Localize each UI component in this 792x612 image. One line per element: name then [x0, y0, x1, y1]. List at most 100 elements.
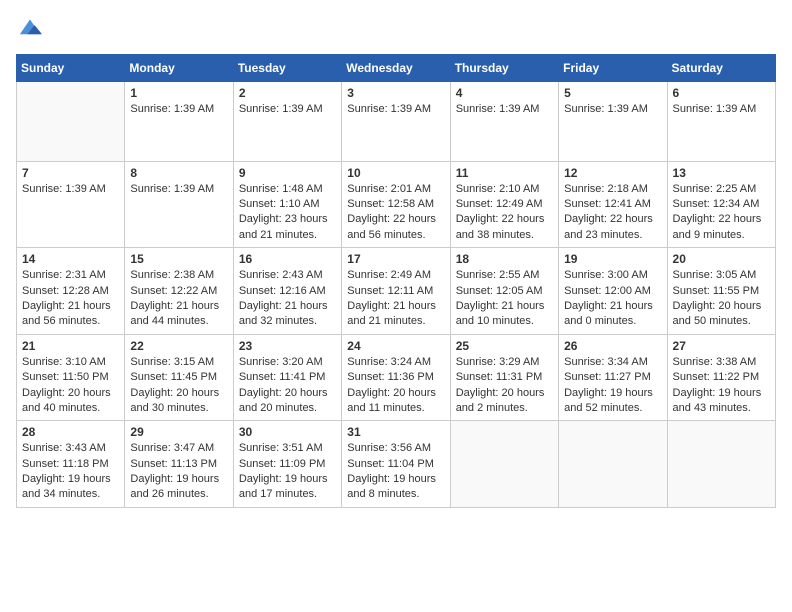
cell-content: Sunrise: 2:10 AM Sunset: 12:49 AM Daylig…	[456, 182, 553, 244]
cell-content: Sunrise: 2:01 AM Sunset: 12:58 AM Daylig…	[347, 182, 444, 244]
weekday-header-sunday: Sunday	[17, 54, 125, 81]
calendar-table: SundayMondayTuesdayWednesdayThursdayFrid…	[16, 54, 776, 508]
day-number: 22	[130, 339, 227, 353]
day-number: 8	[130, 166, 227, 180]
calendar-cell: 13 Sunrise: 2:25 AM Sunset: 12:34 AM Dayl…	[667, 161, 775, 248]
week-row-5: 28Sunrise: 3:43 AM Sunset: 11:18 PM Dayl…	[17, 421, 776, 508]
day-number: 18	[456, 252, 553, 266]
calendar-cell: 23 Sunrise: 3:20 AM Sunset: 11:41 PM Dayl…	[233, 334, 341, 421]
calendar-cell	[17, 81, 125, 161]
cell-content: Sunrise: 3:38 AM Sunset: 11:22 PM Daylig…	[673, 355, 770, 417]
calendar-cell: 4 Sunrise: 1:39 AM	[450, 81, 558, 161]
week-row-3: 14 Sunrise: 2:31 AM Sunset: 12:28 AM Dayl…	[17, 248, 776, 335]
day-number: 21	[22, 339, 119, 353]
cell-content: Sunrise: 3:24 AM Sunset: 11:36 PM Daylig…	[347, 355, 444, 417]
logo-icon	[18, 16, 42, 36]
day-number: 28	[22, 425, 119, 439]
day-number: 27	[673, 339, 770, 353]
cell-content: Sunrise: 3:20 AM Sunset: 11:41 PM Daylig…	[239, 355, 336, 417]
calendar-cell: 26 Sunrise: 3:34 AM Sunset: 11:27 PM Dayl…	[559, 334, 667, 421]
calendar-cell: 21Sunrise: 3:10 AM Sunset: 11:50 PM Dayl…	[17, 334, 125, 421]
day-number: 15	[130, 252, 227, 266]
day-number: 25	[456, 339, 553, 353]
calendar-cell: 22 Sunrise: 3:15 AM Sunset: 11:45 PM Dayl…	[125, 334, 233, 421]
logo-text	[16, 16, 42, 40]
weekday-header-tuesday: Tuesday	[233, 54, 341, 81]
day-number: 4	[456, 86, 553, 100]
day-number: 2	[239, 86, 336, 100]
calendar-cell: 20Sunrise: 3:05 AM Sunset: 11:55 PM Dayl…	[667, 248, 775, 335]
cell-content: Sunrise: 2:31 AM Sunset: 12:28 AM Daylig…	[22, 268, 119, 330]
cell-content: Sunrise: 1:39 AM	[130, 182, 227, 197]
day-number: 30	[239, 425, 336, 439]
calendar-cell: 2 Sunrise: 1:39 AM	[233, 81, 341, 161]
calendar-cell: 10 Sunrise: 2:01 AM Sunset: 12:58 AM Dayl…	[342, 161, 450, 248]
calendar-cell: 28Sunrise: 3:43 AM Sunset: 11:18 PM Dayl…	[17, 421, 125, 508]
day-number: 26	[564, 339, 661, 353]
cell-content: Sunrise: 1:39 AM	[347, 102, 444, 117]
cell-content: Sunrise: 1:39 AM	[239, 102, 336, 117]
day-number: 6	[673, 86, 770, 100]
calendar-cell: 19 Sunrise: 3:00 AM Sunset: 12:00 AM Dayl…	[559, 248, 667, 335]
week-row-2: 7 Sunrise: 1:39 AM 8 Sunrise: 1:39 AM 9 Sunri…	[17, 161, 776, 248]
day-number: 23	[239, 339, 336, 353]
calendar-cell: 14 Sunrise: 2:31 AM Sunset: 12:28 AM Dayl…	[17, 248, 125, 335]
weekday-header-thursday: Thursday	[450, 54, 558, 81]
week-row-4: 21Sunrise: 3:10 AM Sunset: 11:50 PM Dayl…	[17, 334, 776, 421]
cell-content: Sunrise: 3:00 AM Sunset: 12:00 AM Daylig…	[564, 268, 661, 330]
day-number: 14	[22, 252, 119, 266]
cell-content: Sunrise: 3:15 AM Sunset: 11:45 PM Daylig…	[130, 355, 227, 417]
cell-content: Sunrise: 2:55 AM Sunset: 12:05 AM Daylig…	[456, 268, 553, 330]
cell-content: Sunrise: 1:39 AM	[22, 182, 119, 197]
weekday-header-wednesday: Wednesday	[342, 54, 450, 81]
day-number: 11	[456, 166, 553, 180]
calendar-cell: 8 Sunrise: 1:39 AM	[125, 161, 233, 248]
cell-content: Sunrise: 2:25 AM Sunset: 12:34 AM Daylig…	[673, 182, 770, 244]
calendar-cell	[667, 421, 775, 508]
calendar-cell: 12Sunrise: 2:18 AM Sunset: 12:41 AM Dayl…	[559, 161, 667, 248]
calendar-body: 1Sunrise: 1:39 AM2Sunrise: 1:39 AM3Sunri…	[17, 81, 776, 507]
calendar-cell: 31 Sunrise: 3:56 AM Sunset: 11:04 PM Dayl…	[342, 421, 450, 508]
day-number: 16	[239, 252, 336, 266]
day-number: 10	[347, 166, 444, 180]
calendar-cell: 3Sunrise: 1:39 AM	[342, 81, 450, 161]
cell-content: Sunrise: 3:56 AM Sunset: 11:04 PM Daylig…	[347, 441, 444, 503]
day-number: 5	[564, 86, 661, 100]
calendar-cell: 5Sunrise: 1:39 AM	[559, 81, 667, 161]
calendar-cell	[450, 421, 558, 508]
day-number: 13	[673, 166, 770, 180]
calendar-cell: 17Sunrise: 2:49 AM Sunset: 12:11 AM Dayl…	[342, 248, 450, 335]
cell-content: Sunrise: 1:48 AM Sunset: 1:10 AM Dayligh…	[239, 182, 336, 244]
day-number: 19	[564, 252, 661, 266]
calendar-cell: 27 Sunrise: 3:38 AM Sunset: 11:22 PM Dayl…	[667, 334, 775, 421]
calendar-cell: 30 Sunrise: 3:51 AM Sunset: 11:09 PM Dayl…	[233, 421, 341, 508]
weekday-header-monday: Monday	[125, 54, 233, 81]
cell-content: Sunrise: 2:18 AM Sunset: 12:41 AM Daylig…	[564, 182, 661, 244]
weekday-header-row: SundayMondayTuesdayWednesdayThursdayFrid…	[17, 54, 776, 81]
weekday-header-saturday: Saturday	[667, 54, 775, 81]
calendar-cell: 1 Sunrise: 1:39 AM	[125, 81, 233, 161]
cell-content: Sunrise: 2:38 AM Sunset: 12:22 AM Daylig…	[130, 268, 227, 330]
cell-content: Sunrise: 3:51 AM Sunset: 11:09 PM Daylig…	[239, 441, 336, 503]
day-number: 7	[22, 166, 119, 180]
calendar-cell: 9 Sunrise: 1:48 AM Sunset: 1:10 AM Daylig…	[233, 161, 341, 248]
day-number: 17	[347, 252, 444, 266]
day-number: 31	[347, 425, 444, 439]
calendar-cell: 15 Sunrise: 2:38 AM Sunset: 12:22 AM Dayl…	[125, 248, 233, 335]
cell-content: Sunrise: 3:47 AM Sunset: 11:13 PM Daylig…	[130, 441, 227, 503]
day-number: 1	[130, 86, 227, 100]
weekday-header-friday: Friday	[559, 54, 667, 81]
calendar-cell: 11 Sunrise: 2:10 AM Sunset: 12:49 AM Dayl…	[450, 161, 558, 248]
cell-content: Sunrise: 3:34 AM Sunset: 11:27 PM Daylig…	[564, 355, 661, 417]
day-number: 20	[673, 252, 770, 266]
cell-content: Sunrise: 1:39 AM	[130, 102, 227, 117]
day-number: 9	[239, 166, 336, 180]
calendar-cell: 7 Sunrise: 1:39 AM	[17, 161, 125, 248]
logo	[16, 16, 42, 40]
calendar-cell: 16Sunrise: 2:43 AM Sunset: 12:16 AM Dayl…	[233, 248, 341, 335]
cell-content: Sunrise: 1:39 AM	[456, 102, 553, 117]
calendar-cell: 29Sunrise: 3:47 AM Sunset: 11:13 PM Dayl…	[125, 421, 233, 508]
calendar-cell: 6Sunrise: 1:39 AM	[667, 81, 775, 161]
week-row-1: 1Sunrise: 1:39 AM2Sunrise: 1:39 AM3Sunri…	[17, 81, 776, 161]
cell-content: Sunrise: 3:29 AM Sunset: 11:31 PM Daylig…	[456, 355, 553, 417]
